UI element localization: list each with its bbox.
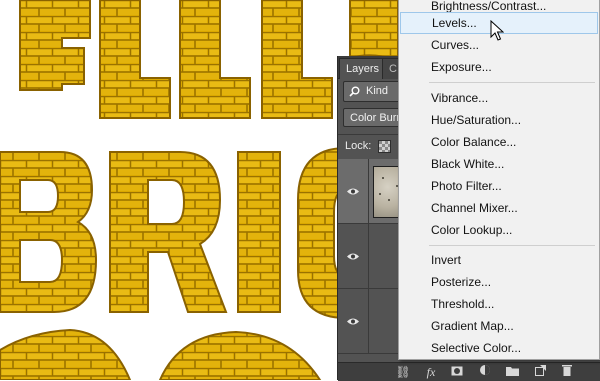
menu-item-color-lookup[interactable]: Color Lookup... bbox=[399, 219, 599, 241]
layers-footer-toolbar: ⛓ fx bbox=[338, 362, 600, 381]
adjustment-layer-menu: Brightness/Contrast... Levels... Curves.… bbox=[398, 0, 600, 360]
fx-icon[interactable]: fx bbox=[422, 364, 440, 380]
lock-label: Lock: bbox=[345, 140, 372, 152]
visibility-toggle[interactable] bbox=[338, 159, 369, 223]
tab-layers[interactable]: Layers bbox=[339, 58, 387, 79]
filter-kind-label: Kind bbox=[366, 85, 389, 97]
trash-icon[interactable] bbox=[558, 364, 576, 380]
adjustment-icon[interactable] bbox=[476, 364, 494, 380]
letter-b bbox=[0, 151, 98, 313]
menu-item-gradient-map[interactable]: Gradient Map... bbox=[399, 315, 599, 337]
eye-icon bbox=[347, 318, 359, 325]
menu-item-vibrance[interactable]: Vibrance... bbox=[399, 87, 599, 109]
menu-item-black-white[interactable]: Black White... bbox=[399, 153, 599, 175]
lock-transparent-pixels-icon[interactable] bbox=[378, 140, 391, 153]
eye-icon bbox=[347, 188, 359, 195]
folder-icon[interactable] bbox=[503, 364, 521, 380]
menu-item-channel-mixer[interactable]: Channel Mixer... bbox=[399, 197, 599, 219]
letter-o-bottom-2 bbox=[158, 330, 322, 380]
menu-item-threshold[interactable]: Threshold... bbox=[399, 293, 599, 315]
menu-separator bbox=[429, 245, 595, 246]
letter-l-top-3 bbox=[261, 0, 333, 119]
blend-mode-dropdown[interactable]: Color Burn bbox=[343, 108, 403, 127]
menu-item-invert[interactable]: Invert bbox=[399, 249, 599, 271]
menu-separator bbox=[429, 82, 595, 83]
menu-item-photo-filter[interactable]: Photo Filter... bbox=[399, 175, 599, 197]
new-layer-icon[interactable] bbox=[531, 364, 549, 380]
filter-kind-dropdown[interactable]: Kind bbox=[343, 81, 405, 102]
visibility-toggle[interactable] bbox=[338, 289, 369, 353]
letter-i bbox=[237, 151, 281, 313]
letter-o-bottom bbox=[0, 328, 132, 380]
mouse-cursor-icon bbox=[490, 20, 504, 41]
letter-r bbox=[109, 151, 228, 313]
menu-item-selective-color[interactable]: Selective Color... bbox=[399, 337, 599, 359]
mask-icon[interactable] bbox=[448, 364, 466, 380]
letter-o-top bbox=[349, 0, 399, 62]
menu-item-posterize[interactable]: Posterize... bbox=[399, 271, 599, 293]
letter-l-top-1 bbox=[99, 0, 171, 119]
menu-item-hue-saturation[interactable]: Hue/Saturation... bbox=[399, 109, 599, 131]
menu-item-exposure[interactable]: Exposure... bbox=[399, 56, 599, 78]
search-icon bbox=[349, 86, 360, 97]
letter-l-top-2 bbox=[179, 0, 251, 119]
menu-item-color-balance[interactable]: Color Balance... bbox=[399, 131, 599, 153]
link-icon[interactable]: ⛓ bbox=[394, 364, 412, 380]
visibility-toggle[interactable] bbox=[338, 224, 369, 288]
eye-icon bbox=[347, 253, 359, 260]
letter-e-top bbox=[19, 0, 91, 91]
